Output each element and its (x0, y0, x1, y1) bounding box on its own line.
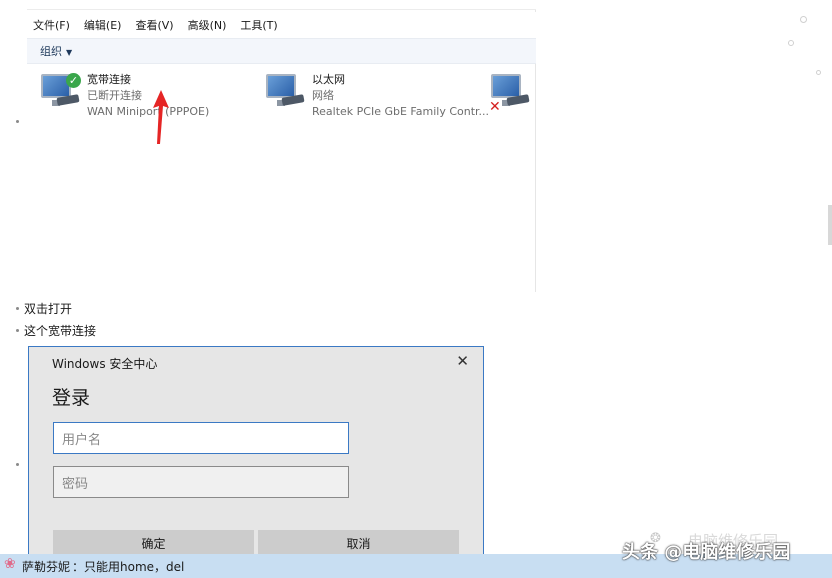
close-icon[interactable]: ✕ (456, 353, 469, 369)
instruction-text: 这个宽带连接 (24, 324, 97, 338)
monitor-icon (266, 74, 296, 106)
comment-separator: ： (72, 559, 85, 574)
red-arrow-icon (153, 90, 169, 144)
bullet-dot (16, 329, 19, 332)
menu-edit[interactable]: 编辑(E) (84, 17, 122, 33)
network-computer-icon: ✕ (489, 72, 533, 116)
password-input[interactable]: 密码 (53, 466, 349, 498)
cancel-button[interactable]: 取消 (258, 530, 459, 557)
network-computer-icon (264, 72, 308, 116)
decor-circle (800, 16, 807, 23)
organize-label: 组织 (40, 45, 62, 58)
decor-circle (816, 70, 821, 75)
menu-bar: 文件(F) 编辑(E) 查看(V) 高级(N) 工具(T) (27, 12, 536, 38)
decor-circle (788, 40, 794, 46)
menu-view[interactable]: 查看(V) (135, 17, 173, 33)
connection-device: Realtek PCIe GbE Family Contr... (312, 105, 490, 118)
password-placeholder: 密码 (62, 476, 89, 492)
username-input[interactable]: 用户名 (53, 422, 349, 454)
ok-button[interactable]: 确定 (53, 530, 254, 557)
menu-advanced[interactable]: 高级(N) (188, 17, 227, 33)
bullet-dot (16, 307, 19, 310)
connection-item-broadband[interactable]: ✓ 宽带连接 已断开连接 WAN Miniport (PPPOE) (39, 72, 209, 120)
bullet-dot (16, 463, 19, 466)
menu-file[interactable]: 文件(F) (33, 17, 70, 33)
scrollbar-fragment (828, 205, 832, 245)
check-icon: ✓ (66, 73, 81, 88)
flower-avatar-icon (4, 556, 18, 573)
monitor-icon (491, 74, 521, 106)
chevron-down-icon: ▼ (66, 48, 73, 57)
bullet-dot (16, 120, 19, 123)
comment-user[interactable]: 萨勒芬妮 (22, 558, 70, 575)
organize-button[interactable]: 组织 ▼ (40, 43, 72, 59)
error-x-icon: ✕ (489, 99, 501, 115)
connection-status: 网络 (312, 89, 334, 102)
network-computer-icon: ✓ (39, 72, 83, 116)
watermark-text: 头条 @电脑维修乐园 (622, 542, 791, 563)
menu-tools[interactable]: 工具(T) (240, 17, 277, 33)
instruction-text: 双击打开 (24, 302, 73, 316)
connection-item-ethernet[interactable]: 以太网 网络 Realtek PCIe GbE Family Contr... (264, 72, 489, 120)
network-connections-window: 文件(F) 编辑(E) 查看(V) 高级(N) 工具(T) 组织 ▼ ✓ 宽带连接… (27, 0, 536, 292)
window-top-strip (27, 0, 536, 10)
login-dialog: Windows 安全中心 ✕ 登录 用户名 密码 确定 取消 (28, 346, 484, 557)
connection-name: 以太网 (312, 73, 345, 86)
connection-item-disabled[interactable]: ✕ (489, 72, 533, 116)
username-placeholder: 用户名 (62, 432, 102, 448)
dialog-title: Windows 安全中心 (52, 357, 158, 371)
command-bar: 组织 ▼ (27, 38, 536, 64)
dialog-heading: 登录 (52, 387, 91, 409)
comment-text: 只能用home，del (84, 559, 185, 574)
